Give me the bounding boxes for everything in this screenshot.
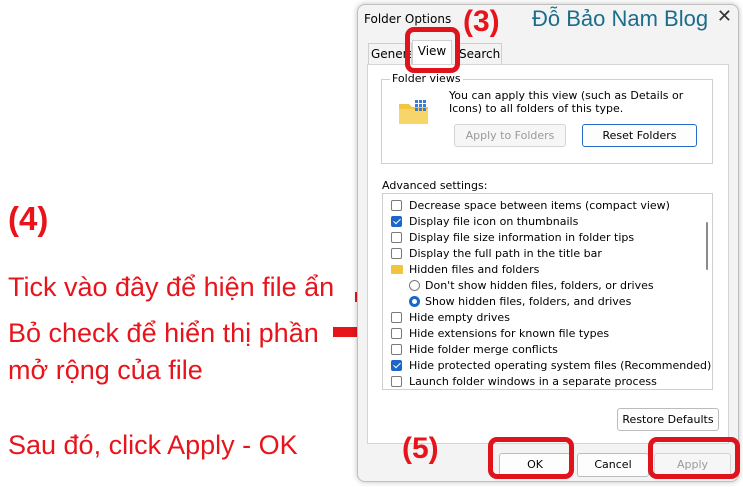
separate-process-checkbox[interactable] xyxy=(391,376,402,387)
dont-show-hidden-radio[interactable] xyxy=(409,280,420,291)
folder-views-group: Folder views You can apply this view (su… xyxy=(381,72,713,164)
advanced-settings-label: Advanced settings: xyxy=(382,179,488,192)
folder-views-description: You can apply this view (such as Details… xyxy=(449,89,684,115)
list-item-label: Hide empty drives xyxy=(409,311,510,324)
step-3-label: (3) xyxy=(463,5,500,38)
folder-view-icon xyxy=(399,100,428,124)
uncheck-instruction-line1: Bỏ check để hiển thị phần xyxy=(8,318,319,348)
hide-empty-drives-checkbox[interactable] xyxy=(391,312,402,323)
apply-button-highlight xyxy=(648,437,740,479)
step-5-label: (5) xyxy=(402,432,439,465)
apply-ok-instruction: Sau đó, click Apply - OK xyxy=(8,430,298,460)
list-item-label: Launch folder windows in a separate proc… xyxy=(409,375,657,388)
hide-merge-conflicts-checkbox[interactable] xyxy=(391,344,402,355)
list-item-label: Hide folder merge conflicts xyxy=(409,343,558,356)
blog-watermark: Đỗ Bảo Nam Blog xyxy=(532,6,709,31)
apply-to-folders-button[interactable]: Apply to Folders xyxy=(454,124,566,147)
show-hidden-radio[interactable] xyxy=(409,296,420,307)
advanced-settings-list[interactable]: Decrease space between items (compact vi… xyxy=(382,193,713,390)
restore-defaults-button[interactable]: Restore Defaults xyxy=(617,408,719,431)
compact-view-checkbox[interactable] xyxy=(391,200,402,211)
tick-instruction: Tick vào đây để hiện file ẩn xyxy=(8,272,335,302)
ok-button-highlight xyxy=(488,437,574,479)
uncheck-instruction-line2: mở rộng của file xyxy=(8,355,203,385)
tab-search[interactable]: Search xyxy=(456,43,502,64)
list-item-label: Display file size information in folder … xyxy=(409,231,635,244)
list-item-label: Display file icon on thumbnails xyxy=(409,215,579,228)
list-item-label: Show hidden files, folders, and drives xyxy=(425,295,632,308)
folder-options-dialog: Folder Options ✕ General View Search Fol… xyxy=(357,4,739,482)
view-panel: Folder views You can apply this view (su… xyxy=(367,64,729,444)
file-size-tips-checkbox[interactable] xyxy=(391,232,402,243)
list-item-label: Hide protected operating system files (R… xyxy=(409,359,712,372)
reset-folders-button[interactable]: Reset Folders xyxy=(582,124,697,147)
cancel-button[interactable]: Cancel xyxy=(577,453,649,477)
folder-icon xyxy=(391,265,403,274)
hide-protected-files-checkbox[interactable] xyxy=(391,360,402,371)
list-item-label: Hidden files and folders xyxy=(409,263,540,276)
list-item-label: Hide extensions for known file types xyxy=(409,327,610,340)
close-icon[interactable]: ✕ xyxy=(717,6,732,27)
list-item-label: Don't show hidden files, folders, or dri… xyxy=(425,279,654,292)
dialog-title: Folder Options xyxy=(364,12,452,26)
hide-extensions-checkbox[interactable] xyxy=(391,328,402,339)
file-icon-thumbnails-checkbox[interactable] xyxy=(391,216,402,227)
folder-views-label: Folder views xyxy=(390,72,463,85)
list-item-label: Display the full path in the title bar xyxy=(409,247,602,260)
scrollbar-thumb[interactable] xyxy=(706,222,708,270)
list-item-label: Decrease space between items (compact vi… xyxy=(409,199,670,212)
full-path-checkbox[interactable] xyxy=(391,248,402,259)
view-tab-highlight xyxy=(405,27,460,73)
step-4-label: (4) xyxy=(8,200,49,237)
